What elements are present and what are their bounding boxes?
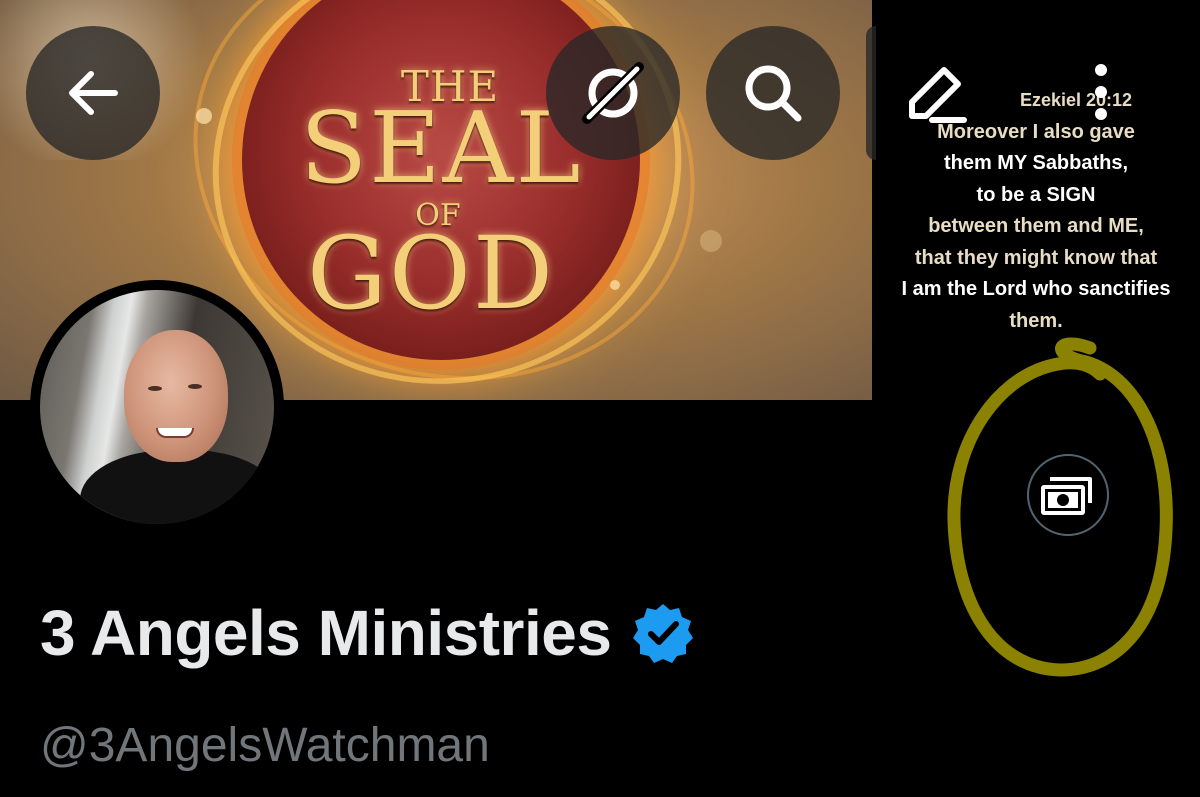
pencil-icon xyxy=(909,67,967,123)
profile-handle: @3AngelsWatchman xyxy=(40,719,490,772)
back-button[interactable] xyxy=(26,26,160,160)
more-options-button[interactable] xyxy=(1084,58,1118,132)
avatar[interactable] xyxy=(40,290,274,524)
profile-name: 3 Angels Ministries xyxy=(40,597,612,669)
verse-line: that they might know that xyxy=(914,246,1158,269)
profile-name-row: 3 Angels Ministries xyxy=(40,596,695,670)
edit-profile-button[interactable] xyxy=(898,58,972,132)
avatar-face xyxy=(124,330,228,462)
sparkle xyxy=(700,230,722,252)
search-icon xyxy=(745,65,802,122)
banner-title-seal: SEAL xyxy=(300,92,583,206)
more-vertical-icon xyxy=(1095,64,1107,120)
verse-line: I am the Lord who sanctifies xyxy=(901,278,1171,300)
verse-line: to be a SIGN xyxy=(976,183,1096,206)
arrow-left-icon xyxy=(69,71,118,115)
tip-button[interactable] xyxy=(1027,454,1109,536)
verse-line: them MY Sabbaths, xyxy=(943,152,1129,174)
grok-button[interactable] xyxy=(546,26,680,160)
verse-line: between them and ME, xyxy=(928,215,1144,237)
money-icon xyxy=(1041,477,1092,515)
grok-icon xyxy=(582,62,644,124)
avatar-eye xyxy=(188,384,202,389)
search-button[interactable] xyxy=(706,26,840,160)
banner-title-god: GOD xyxy=(306,215,556,332)
sparkle xyxy=(610,280,620,290)
sparkle xyxy=(196,108,212,124)
avatar-mouth xyxy=(156,428,194,438)
verified-badge-icon[interactable] xyxy=(631,601,695,665)
verse-line: them. xyxy=(1009,309,1063,332)
avatar-eye xyxy=(148,386,162,391)
